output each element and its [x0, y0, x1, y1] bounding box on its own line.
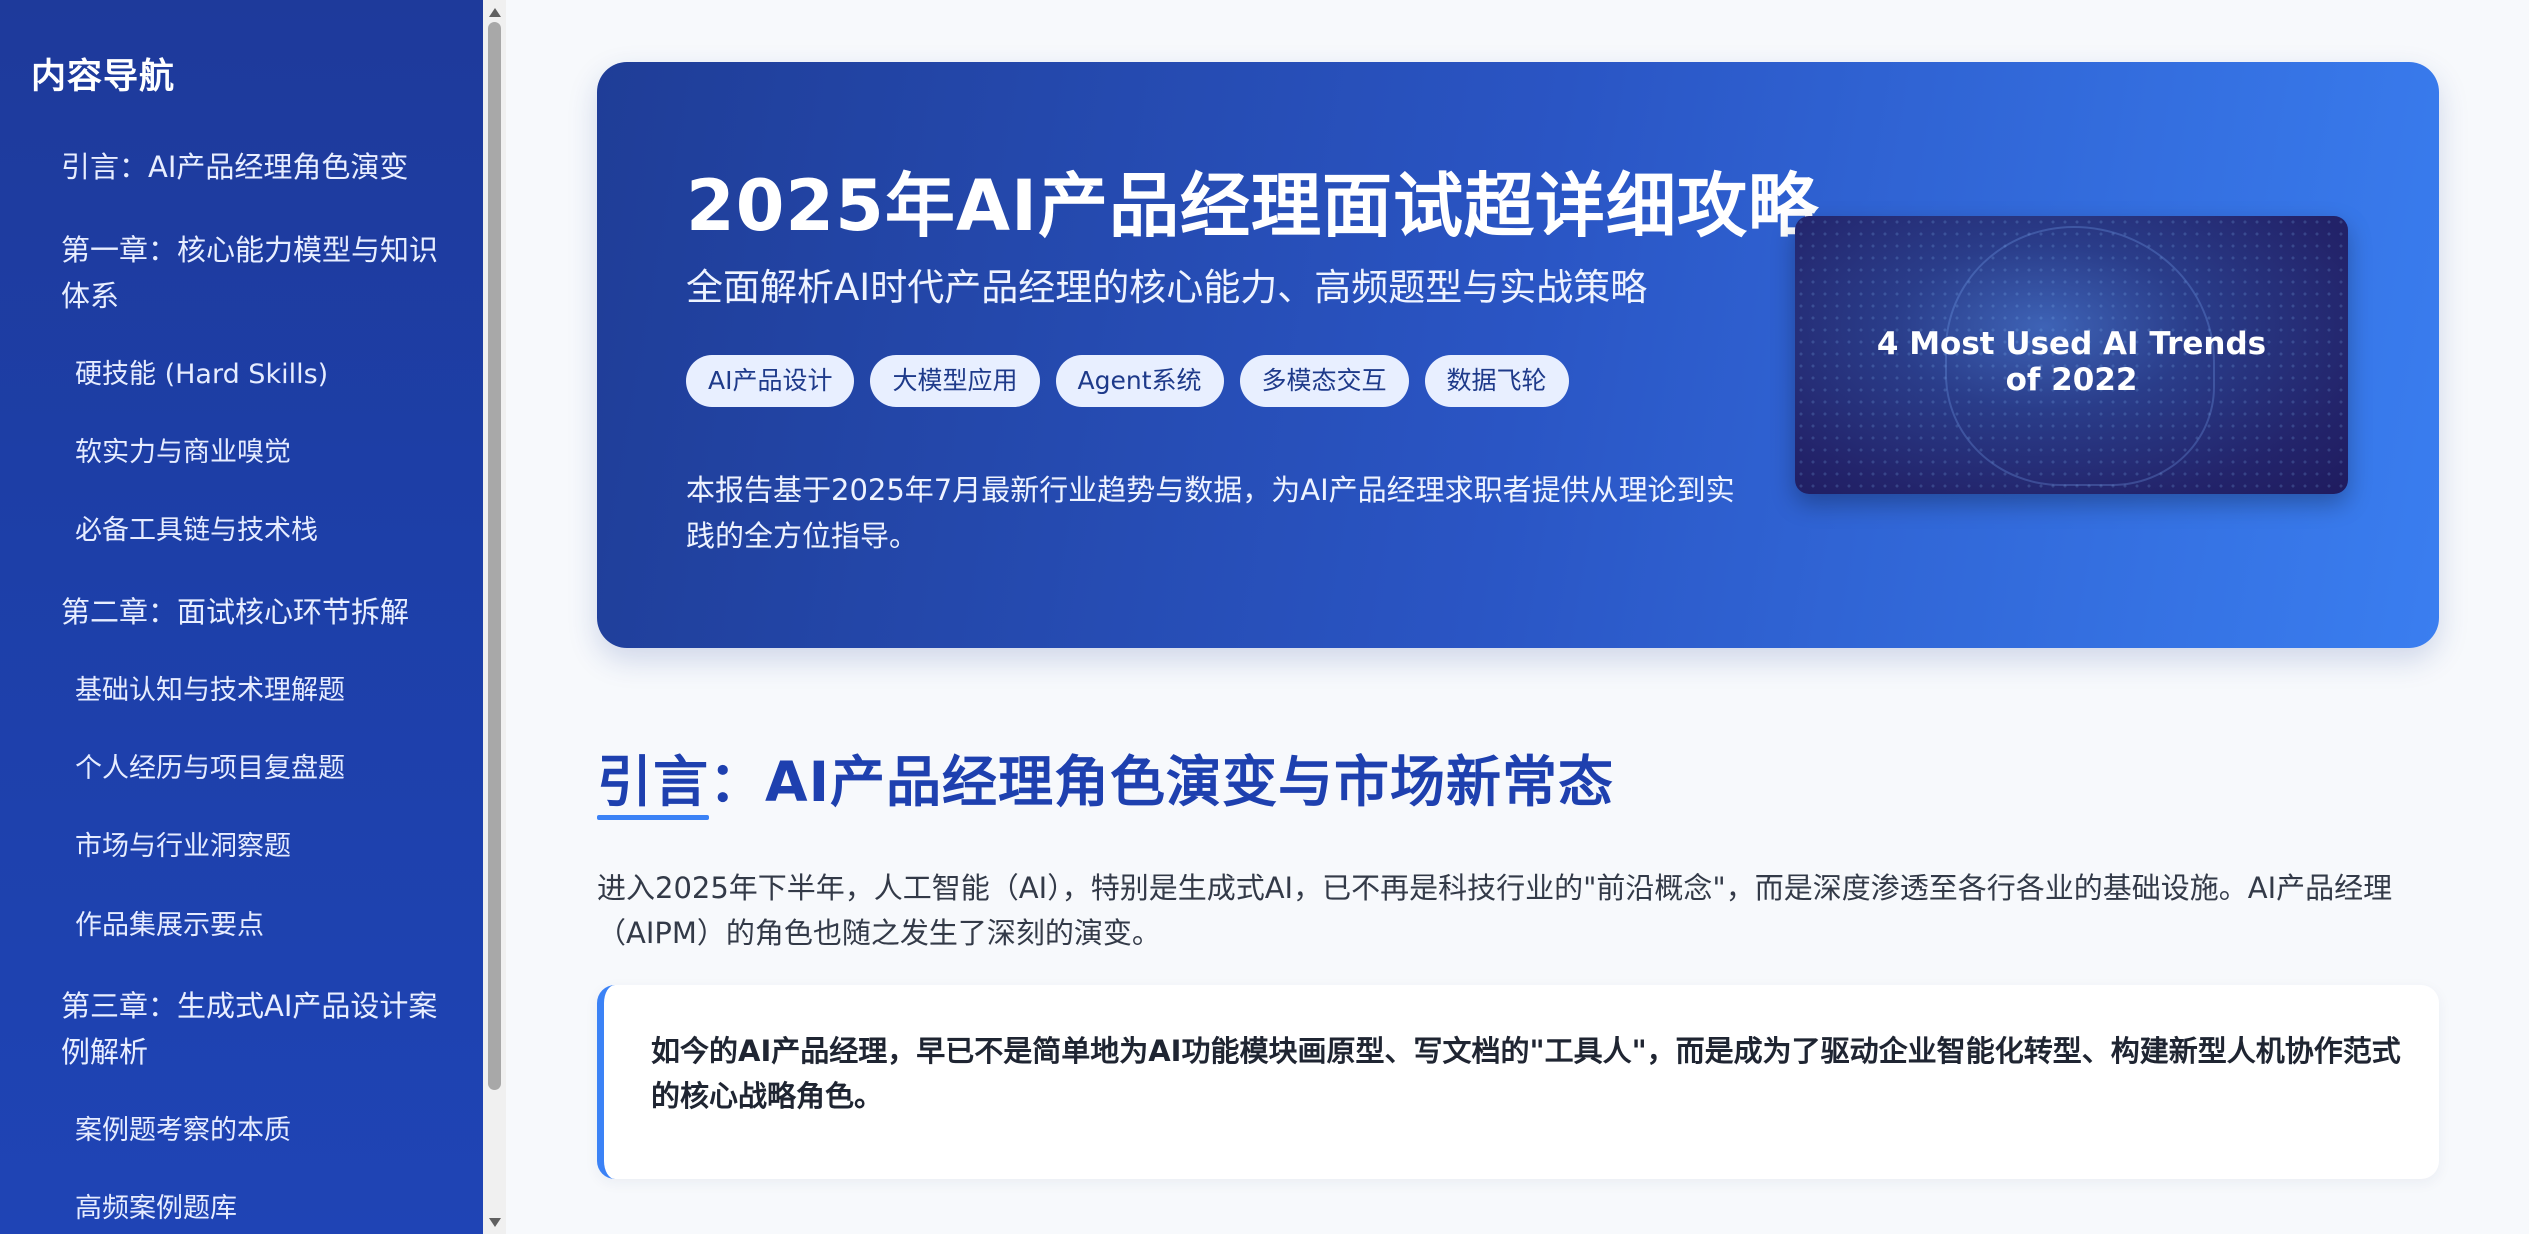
nav-item-chapter-1[interactable]: 第一章：核心能力模型与知识体系	[61, 227, 441, 319]
sidebar-scrollbar[interactable]	[483, 0, 506, 1234]
scroll-thumb[interactable]	[488, 22, 501, 1090]
tag-list: AI产品设计 大模型应用 Agent系统 多模态交互 数据飞轮	[686, 355, 1569, 407]
tag-llm-application: 大模型应用	[870, 355, 1040, 407]
nav-item-soft-skills[interactable]: 软实力与商业嗅觉	[75, 430, 291, 476]
nav-item-intro[interactable]: 引言：AI产品经理角色演变	[61, 144, 441, 190]
nav-item-experience-questions[interactable]: 个人经历与项目复盘题	[75, 746, 345, 792]
intro-paragraph: 进入2025年下半年，人工智能（AI），特别是生成式AI，已不再是科技行业的"前…	[597, 871, 2393, 950]
sidebar-title: 内容导航	[31, 57, 176, 97]
nav-item-case-bank[interactable]: 高频案例题库	[75, 1186, 237, 1232]
tag-data-flywheel: 数据飞轮	[1424, 355, 1569, 407]
tag-agent-system: Agent系统	[1055, 355, 1224, 407]
hero-image: 4 Most Used AI Trends of 2022	[1795, 216, 2348, 494]
scroll-down-arrow-icon[interactable]	[489, 1218, 501, 1227]
nav-item-chapter-3[interactable]: 第三章：生成式AI产品设计案例解析	[61, 983, 441, 1075]
hero-title: 2025年AI产品经理面试超详细攻略	[686, 165, 1820, 247]
nav-item-case-essence[interactable]: 案例题考察的本质	[75, 1108, 291, 1154]
scroll-up-arrow-icon[interactable]	[489, 8, 501, 17]
hero-image-caption: 4 Most Used AI Trends of 2022	[1876, 326, 2267, 398]
nav-item-market-questions[interactable]: 市场与行业洞察题	[75, 824, 291, 870]
quote-text: 如今的AI产品经理，早已不是简单地为AI功能模块画原型、写文档的"工具人"，而是…	[651, 1034, 2401, 1113]
hero-subtitle: 全面解析AI时代产品经理的核心能力、高频题型与实战策略	[686, 266, 1648, 309]
tag-multimodal: 多模态交互	[1239, 355, 1409, 407]
sidebar-nav: 内容导航 引言：AI产品经理角色演变 第一章：核心能力模型与知识体系 硬技能 (…	[0, 0, 483, 1234]
nav-item-portfolio[interactable]: 作品集展示要点	[75, 903, 264, 949]
nav-item-chapter-2[interactable]: 第二章：面试核心环节拆解	[61, 589, 441, 635]
tag-ai-product-design: AI产品设计	[686, 355, 855, 407]
hero-description: 本报告基于2025年7月最新行业趋势与数据，为AI产品经理求职者提供从理论到实践…	[686, 473, 1735, 553]
intro-quote: 如今的AI产品经理，早已不是简单地为AI功能模块画原型、写文档的"工具人"，而是…	[597, 985, 2439, 1179]
intro-section-title: 引言：AI产品经理角色演变与市场新常态	[597, 750, 1615, 814]
nav-item-basic-questions[interactable]: 基础认知与技术理解题	[75, 668, 345, 714]
nav-item-toolchain[interactable]: 必备工具链与技术栈	[75, 508, 318, 554]
hero-banner: 2025年AI产品经理面试超详细攻略 全面解析AI时代产品经理的核心能力、高频题…	[597, 62, 2439, 648]
nav-item-hard-skills[interactable]: 硬技能 (Hard Skills)	[75, 352, 328, 398]
section-title-underline	[597, 815, 709, 820]
